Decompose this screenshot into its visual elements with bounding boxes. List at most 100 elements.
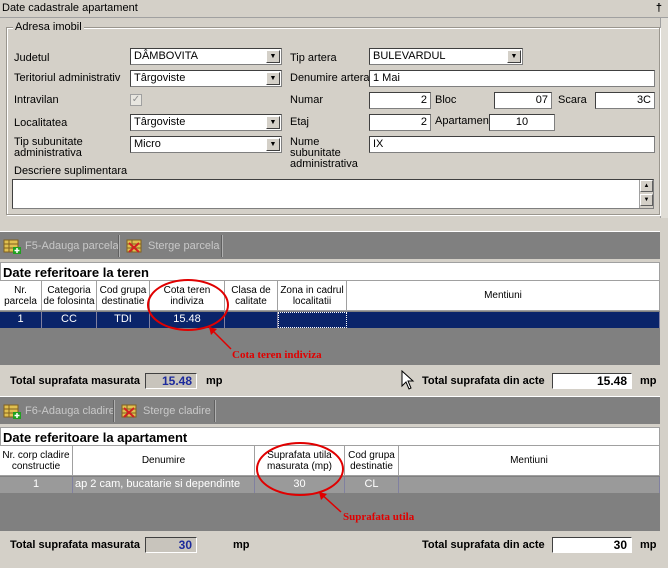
descriere-label: Descriere suplimentara: [14, 165, 128, 177]
apartament-total-masurata-label: Total suprafata masurata: [10, 539, 141, 551]
numar-label: Numar: [290, 94, 324, 106]
chevron-down-icon[interactable]: ▼: [266, 72, 280, 85]
intravilan-label: Intravilan: [14, 94, 59, 106]
chevron-down-icon[interactable]: ▼: [266, 116, 280, 129]
window-title-bar: Date cadastrale apartament †: [0, 0, 668, 18]
cell-zona[interactable]: [278, 312, 347, 328]
teren-total-acte-input[interactable]: 15.48: [552, 373, 632, 389]
tip-artera-value: BULEVARDUL: [373, 50, 446, 62]
col-header[interactable]: Mentiuni: [399, 446, 660, 476]
add-parcela-label: F5-Adauga parcela: [25, 240, 119, 252]
mouse-cursor-icon: [401, 370, 415, 390]
unit-label: mp: [640, 375, 657, 387]
toolbar-separator: [221, 235, 223, 257]
etaj-label: Etaj: [290, 116, 309, 128]
col-header[interactable]: Mentiuni: [347, 281, 660, 311]
tip-subunitate-select[interactable]: Micro ▼: [130, 136, 282, 153]
apartament-total-masurata-value: 30: [145, 537, 197, 553]
toolbar-separator: [214, 400, 216, 422]
teren-section-title: Date referitoare la teren: [0, 262, 660, 281]
cell-mentiuni[interactable]: [347, 312, 660, 328]
apartament-total-acte-label: Total suprafata din acte: [422, 539, 545, 551]
chevron-down-icon[interactable]: ▼: [266, 138, 280, 151]
teritoriul-select[interactable]: Târgoviste ▼: [130, 70, 282, 87]
tip-artera-label: Tip artera: [290, 52, 337, 64]
add-grid-icon: [3, 239, 21, 254]
chevron-down-icon[interactable]: ▼: [266, 50, 280, 63]
toolbar-separator: [118, 235, 120, 257]
bloc-input[interactable]: 07: [494, 92, 552, 109]
col-header[interactable]: Cod grupa destinatie: [345, 446, 399, 476]
apartament-section-title: Date referitoare la apartament: [0, 427, 660, 446]
chevron-down-icon[interactable]: ▼: [507, 50, 521, 63]
suprafata-annotation: Suprafata utila: [343, 511, 415, 523]
annotation-arrow-icon: [318, 491, 342, 513]
col-header[interactable]: Cod grupa destinatie: [97, 281, 150, 311]
judetul-select[interactable]: DÂMBOVITA ▼: [130, 48, 282, 65]
col-header[interactable]: Categoria de folosinta: [42, 281, 97, 311]
teren-total-masurata-value: 15.48: [145, 373, 197, 389]
unit-label: mp: [233, 539, 250, 551]
denumire-artera-input[interactable]: 1 Mai: [369, 70, 655, 87]
delete-cladire-button[interactable]: Sterge cladire: [121, 402, 211, 420]
tip-artera-select[interactable]: BULEVARDUL ▼: [369, 48, 523, 65]
denumire-artera-label: Denumire artera: [290, 72, 370, 84]
col-header[interactable]: Nr. parcela: [0, 281, 42, 311]
apartament-input[interactable]: 10: [489, 114, 555, 131]
cota-annotation: Cota teren indiviza: [232, 349, 322, 361]
teritoriul-label: Teritoriul administrativ: [14, 72, 121, 84]
localitatea-value: Târgoviste: [134, 116, 186, 128]
pin-icon[interactable]: †: [656, 2, 662, 14]
teritoriul-value: Târgoviste: [134, 72, 186, 84]
apartament-totals: Total suprafata masurata 30 mp Total sup…: [0, 531, 660, 559]
delete-cladire-label: Sterge cladire: [143, 405, 211, 417]
col-header[interactable]: Clasa de calitate: [225, 281, 278, 311]
add-grid-icon: [3, 404, 21, 419]
address-legend: Adresa imobil: [13, 21, 84, 33]
teren-toolbar: F5-Adauga parcela Sterge parcela: [0, 231, 660, 259]
apartament-total-acte-input[interactable]: 30: [552, 537, 632, 553]
tip-subunitate-label: Tip subunitate administrativa: [14, 136, 83, 159]
delete-parcela-button[interactable]: Sterge parcela: [126, 237, 220, 255]
add-parcela-button[interactable]: F5-Adauga parcela: [3, 237, 119, 255]
scara-label: Scara: [558, 94, 587, 106]
toolbar-separator: [113, 400, 115, 422]
cell-categoria[interactable]: CC: [42, 312, 97, 328]
descriere-scrollbar[interactable]: ▲ ▼: [639, 180, 653, 208]
cell-nr[interactable]: 1: [0, 477, 73, 493]
etaj-input[interactable]: 2: [369, 114, 431, 131]
scara-input[interactable]: 3C: [595, 92, 655, 109]
add-cladire-button[interactable]: F6-Adauga cladire: [3, 402, 115, 420]
col-header[interactable]: Zona in cadrul localitatii: [278, 281, 347, 311]
cell-nr[interactable]: 1: [0, 312, 42, 328]
tip-subunitate-value: Micro: [134, 138, 161, 150]
intravilan-checkbox[interactable]: ✓: [130, 94, 142, 106]
delete-parcela-label: Sterge parcela: [148, 240, 220, 252]
teren-grid: Nr. parcela Categoria de folosinta Cod g…: [0, 281, 660, 365]
delete-grid-icon: [121, 404, 137, 418]
nume-subunitate-input[interactable]: IX: [369, 136, 655, 153]
localitatea-select[interactable]: Târgoviste ▼: [130, 114, 282, 131]
col-header[interactable]: Nr. corp cladire constructie: [0, 446, 73, 476]
cell-denumire[interactable]: ap 2 cam, bucatarie si dependinte: [73, 477, 255, 493]
add-cladire-label: F6-Adauga cladire: [25, 405, 115, 417]
descriere-textarea[interactable]: [12, 179, 654, 209]
teren-total-acte-label: Total suprafata din acte: [422, 375, 545, 387]
cell-cod[interactable]: CL: [345, 477, 399, 493]
col-header[interactable]: Denumire: [73, 446, 255, 476]
delete-grid-icon: [126, 239, 142, 253]
cell-mentiuni[interactable]: [399, 477, 660, 493]
scroll-down-icon[interactable]: ▼: [640, 194, 653, 206]
bloc-label: Bloc: [435, 94, 457, 106]
localitatea-label: Localitatea: [14, 117, 68, 129]
annotation-arrow-icon: [208, 326, 232, 350]
judetul-label: Judetul: [14, 52, 50, 64]
cell-cod[interactable]: TDI: [97, 312, 150, 328]
judetul-value: DÂMBOVITA: [134, 50, 198, 62]
table-row[interactable]: 1 CC TDI 15.48: [0, 312, 660, 328]
apartament-toolbar: F6-Adauga cladire Sterge cladire: [0, 396, 660, 424]
apartament-label: Apartament: [435, 115, 492, 127]
numar-input[interactable]: 2: [369, 92, 431, 109]
scroll-up-icon[interactable]: ▲: [640, 180, 653, 192]
vertical-scrollbar[interactable]: [660, 18, 668, 218]
